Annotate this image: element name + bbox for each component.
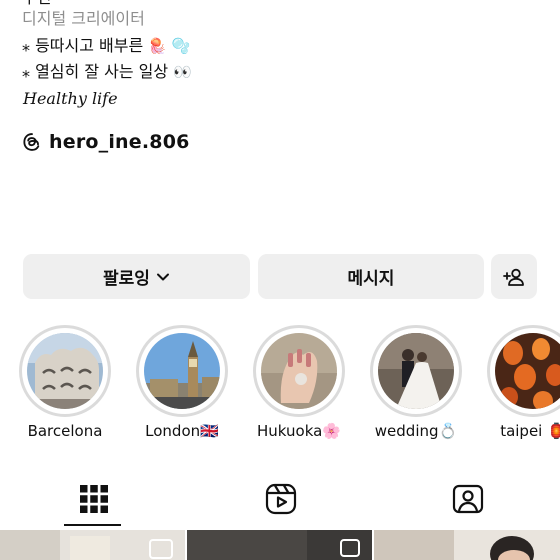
threads-icon [23,133,40,151]
post-thumbnail[interactable] [374,530,560,560]
bio-line-2: ⁎ 열심히 잘 사는 일상 👀 [22,61,192,83]
post-thumbnail[interactable] [187,530,372,560]
following-label: 팔로잉 [103,269,150,289]
grid-icon [79,485,108,513]
suggest-users-button[interactable] [491,254,537,299]
eyes-emoji: 👀 [173,63,192,81]
bio-line-1: ⁎ 등따시고 배부른 🪼 🫧 [22,35,190,57]
profile-tabs [0,470,560,528]
threads-handle: hero_ine.806 [49,131,190,153]
bio-line-3: Healthy life [23,89,118,108]
selected-tab-indicator [64,524,121,526]
message-button[interactable]: 메시지 [258,254,484,299]
highlight-label: Hukuoka🌸 [257,422,341,440]
highlight-label: wedding💍 [374,422,458,440]
tagged-icon [452,484,483,514]
highlight-cover-london [144,333,220,409]
highlight-cover-barcelona [27,333,103,409]
highlight-cover-wedding [378,333,454,409]
tab-reels[interactable] [187,470,374,528]
highlight-label: taipei 🏮 [500,422,560,440]
reels-icon [265,483,296,515]
bio-line-1-text: ⁎ 등따시고 배부른 [22,36,144,55]
highlight-label: London🇬🇧 [145,422,219,440]
profile-category: 디지털 크리에이터 [22,9,145,28]
chevron-down-icon [156,273,169,280]
tab-tagged[interactable] [374,470,560,528]
add-user-icon [503,268,524,286]
threads-link[interactable]: hero_ine.806 [22,129,190,155]
highlight-cover-hukuoka [261,333,337,409]
jellyfish-bubbles-emoji: 🪼 🫧 [148,37,191,55]
following-button[interactable]: 팔로잉 [23,254,250,299]
tab-posts-grid[interactable] [0,470,187,528]
message-label: 메시지 [347,269,395,289]
bio-line-2-text: ⁎ 열심히 잘 사는 일상 [22,62,169,81]
highlight-label: Barcelona [27,422,103,440]
post-thumbnail[interactable] [0,530,185,560]
profile-name: 우인 [22,0,51,7]
post-grid [0,530,560,560]
